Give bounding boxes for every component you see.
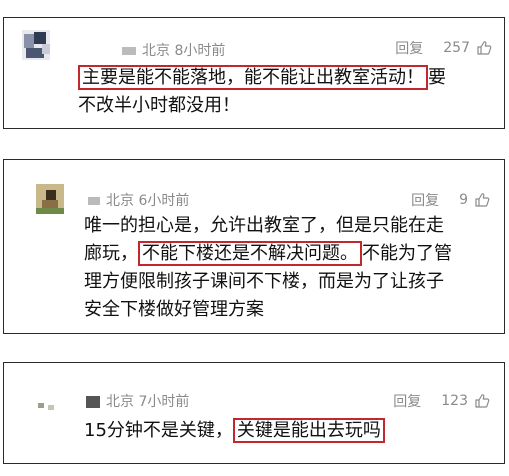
location: 北京 <box>106 394 134 410</box>
avatar[interactable] <box>36 184 64 214</box>
reply-button[interactable]: 回复 <box>395 38 423 58</box>
comment-actions: 回复 257 <box>395 38 492 58</box>
like-count: 257 <box>443 40 470 56</box>
timestamp: 8小时前 <box>174 43 226 59</box>
username-blurred <box>122 47 136 55</box>
timestamp: 6小时前 <box>138 193 190 209</box>
username-blurred <box>88 197 100 205</box>
timestamp: 7小时前 <box>138 394 190 410</box>
avatar-image <box>38 403 54 410</box>
comment-meta: 北京 7小时前 <box>86 391 189 411</box>
comment-body: 唯一的担心是，允许出教室了，但是只能在走 廊玩， 不能下楼还是不解决问题。 不能为了… <box>84 215 452 320</box>
thumbs-up-icon[interactable] <box>474 192 490 208</box>
location: 北京 <box>142 43 170 59</box>
username-blurred <box>86 396 100 408</box>
location: 北京 <box>106 193 134 209</box>
avatar[interactable] <box>22 30 50 60</box>
thumbs-up-icon[interactable] <box>474 393 490 409</box>
highlight-box: 关键是能出去玩吗 <box>232 418 385 443</box>
comment-card-1: 北京 8小时前 回复 257 主要是能不能落地，能不能让出教室活动！要 不改半小… <box>3 17 505 129</box>
comment-actions: 回复 9 <box>411 190 490 210</box>
like-count: 9 <box>459 192 468 208</box>
comment-card-2: 北京 6小时前 回复 9 唯一的担心是，允许出教室了，但是只能在走 廊玩， 不能下… <box>3 159 505 334</box>
reply-button[interactable]: 回复 <box>393 391 421 411</box>
comment-meta: 北京 8小时前 <box>122 40 225 60</box>
highlight-box: 主要是能不能落地，能不能让出教室活动！ <box>78 65 428 90</box>
avatar-image <box>36 184 64 214</box>
avatar[interactable] <box>38 393 66 423</box>
comment-body: 15分钟不是关键， 关键是能出去玩吗 <box>84 417 496 445</box>
comment-meta: 北京 6小时前 <box>88 190 189 210</box>
highlight-box: 不能下楼还是不解决问题。 <box>138 241 362 266</box>
comment-card-3: 北京 7小时前 回复 123 15分钟不是关键， 关键是能出去玩吗 <box>3 362 505 464</box>
reply-button[interactable]: 回复 <box>411 190 439 210</box>
avatar-image <box>22 30 50 60</box>
comment-body: 主要是能不能落地，能不能让出教室活动！要 不改半小时都没用！ <box>78 65 446 116</box>
like-count: 123 <box>441 393 468 409</box>
thumbs-up-icon[interactable] <box>476 40 492 56</box>
comment-actions: 回复 123 <box>393 391 490 411</box>
